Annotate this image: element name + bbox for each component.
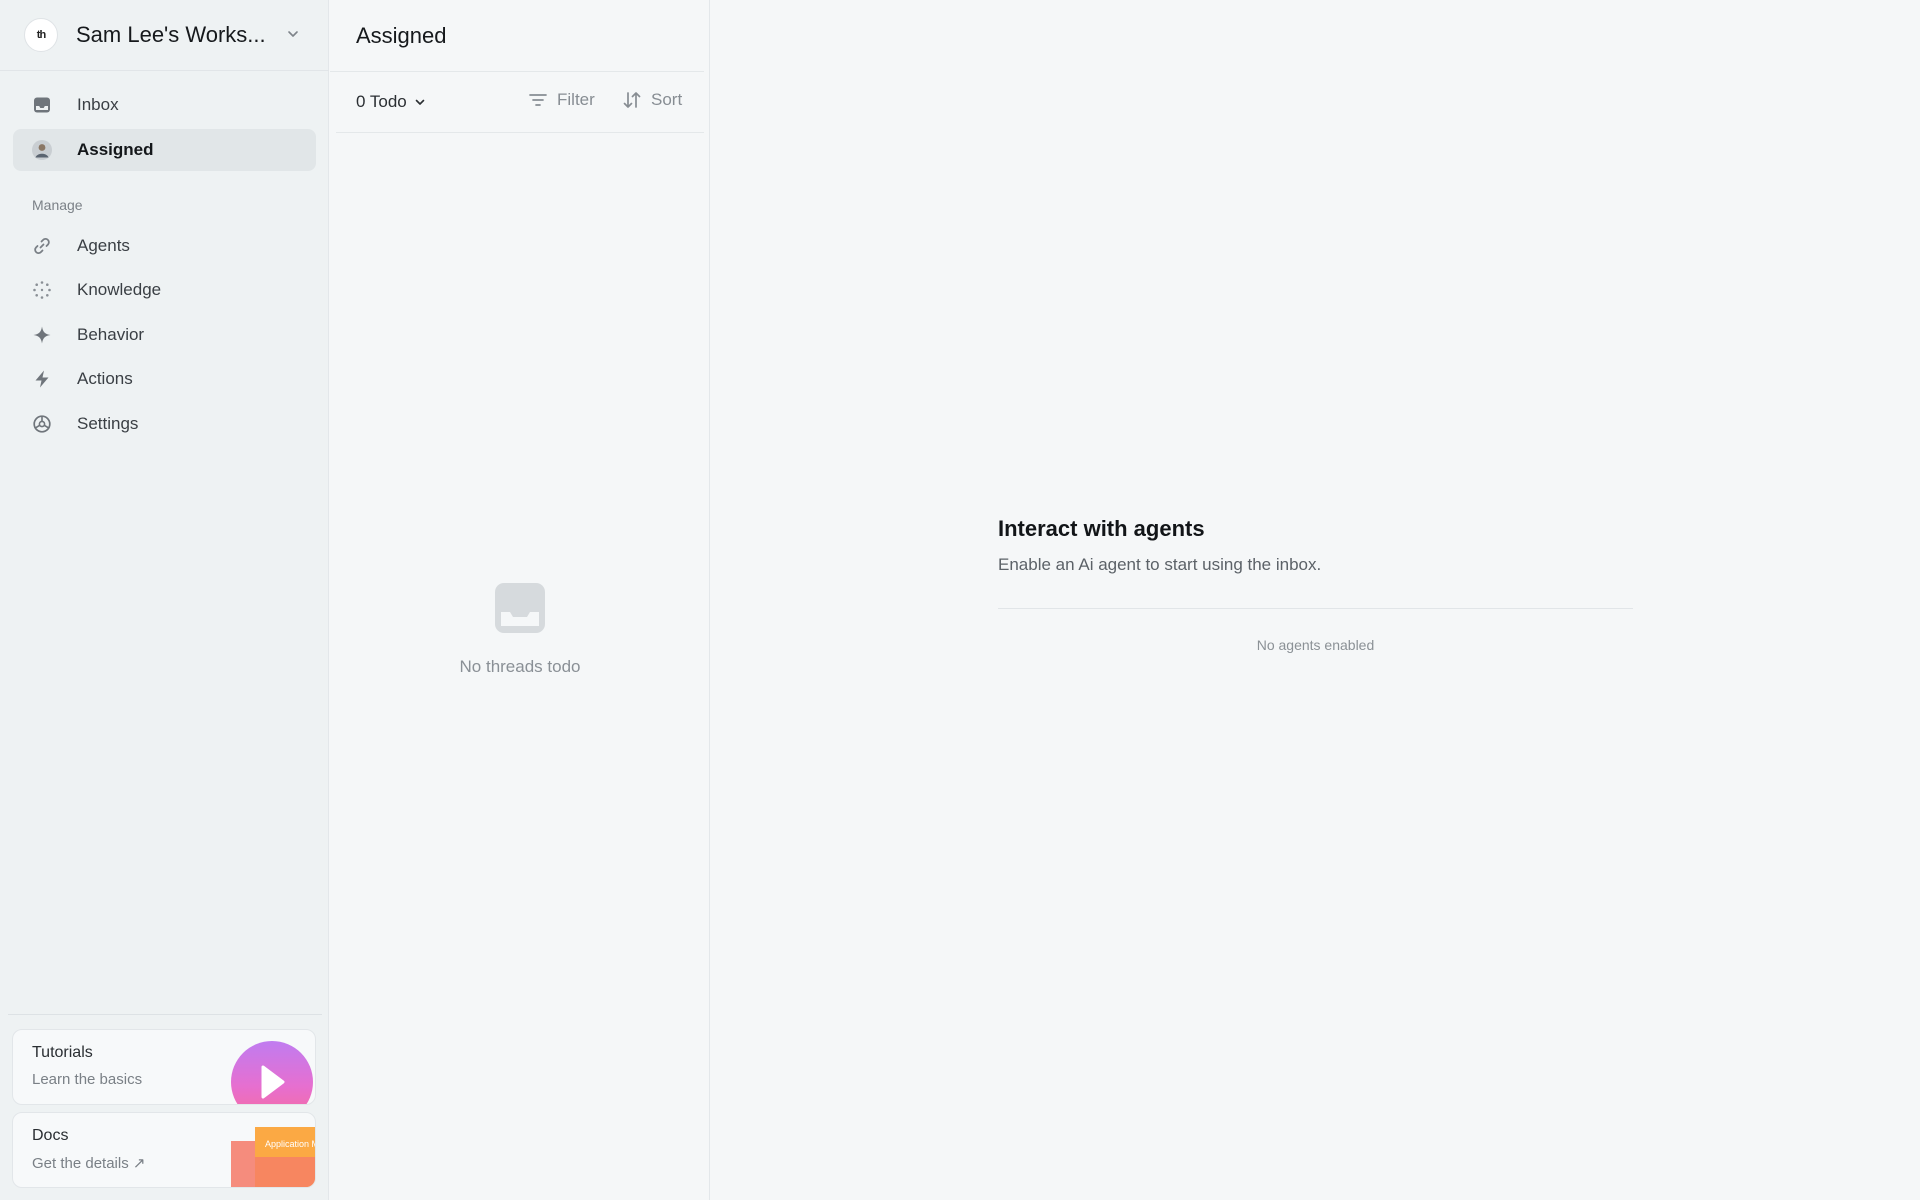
- svg-text:Application Manual: Application Manual: [265, 1139, 315, 1149]
- empty-state-text: No threads todo: [459, 657, 581, 676]
- filter-label: Filter: [557, 90, 595, 109]
- sidebar-item-label: Behavior: [77, 325, 145, 344]
- tutorials-card[interactable]: Tutorials Learn the basics: [12, 1029, 316, 1105]
- sidebar-item-assigned[interactable]: Assigned: [13, 129, 316, 171]
- sparkle-icon: [31, 324, 53, 346]
- sidebar: th Sam Lee's Works... Inbox Assigned Man…: [0, 0, 329, 1200]
- workspace-name: Sam Lee's Works...: [76, 22, 266, 47]
- chevron-down-icon: [415, 99, 425, 105]
- sidebar-item-label: Inbox: [77, 95, 119, 114]
- docs-book-icon: Application Manual: [231, 1127, 315, 1187]
- chevron-down-icon: [288, 31, 298, 37]
- sidebar-item-knowledge[interactable]: Knowledge: [13, 269, 316, 311]
- sort-button[interactable]: Sort: [622, 90, 682, 110]
- sidebar-item-actions[interactable]: Actions: [13, 358, 316, 400]
- agents-heading: Interact with agents: [998, 516, 1205, 541]
- thread-list-panel: Assigned 0 Todo Filter Sort No threads t…: [330, 0, 710, 1200]
- agents-description: Enable an Ai agent to start using the in…: [998, 555, 1322, 574]
- play-video-icon: [231, 1041, 313, 1104]
- lightning-icon: [31, 368, 53, 390]
- inbox-icon: [31, 94, 53, 116]
- docs-card[interactable]: Docs Get the details ↗ Application Manua…: [12, 1112, 316, 1188]
- todo-status-label: 0 Todo: [356, 92, 407, 111]
- sidebar-item-label: Assigned: [77, 140, 154, 159]
- sidebar-item-settings[interactable]: Settings: [13, 403, 316, 445]
- sidebar-item-agents[interactable]: Agents: [13, 225, 316, 267]
- filter-icon: [529, 94, 547, 106]
- empty-inbox-icon: [495, 583, 545, 633]
- sort-label: Sort: [651, 90, 683, 109]
- avatar: [31, 139, 53, 161]
- workspace-switcher[interactable]: th Sam Lee's Works...: [0, 0, 329, 71]
- toolbar-divider: [336, 132, 704, 133]
- docs-subtitle: Get the details ↗: [32, 1155, 146, 1172]
- agents-divider: [998, 608, 1633, 609]
- link-icon: [31, 235, 53, 257]
- header-divider: [330, 71, 704, 72]
- dotted-circle-icon: [31, 279, 53, 301]
- filter-button[interactable]: Filter: [528, 90, 595, 110]
- settings-icon: [31, 413, 53, 435]
- main-panel: Interact with agents Enable an Ai agent …: [711, 0, 1920, 1200]
- agents-empty-state: No agents enabled: [1256, 637, 1375, 653]
- page-title: Assigned: [356, 23, 447, 48]
- sidebar-item-label: Settings: [77, 414, 139, 433]
- tutorials-subtitle: Learn the basics: [32, 1071, 143, 1088]
- sidebar-item-label: Actions: [77, 369, 133, 388]
- docs-title: Docs: [32, 1127, 69, 1144]
- workspace-logo: th: [24, 18, 58, 52]
- section-label-manage: Manage: [32, 197, 83, 213]
- todo-status-dropdown[interactable]: 0 Todo: [356, 92, 426, 112]
- sidebar-item-behavior[interactable]: Behavior: [13, 314, 316, 356]
- sidebar-item-inbox[interactable]: Inbox: [13, 84, 316, 126]
- sidebar-item-label: Knowledge: [77, 280, 162, 299]
- tutorials-title: Tutorials: [32, 1044, 93, 1061]
- sidebar-item-label: Agents: [77, 236, 130, 255]
- sort-icon: [623, 92, 641, 108]
- sidebar-divider: [8, 1014, 322, 1015]
